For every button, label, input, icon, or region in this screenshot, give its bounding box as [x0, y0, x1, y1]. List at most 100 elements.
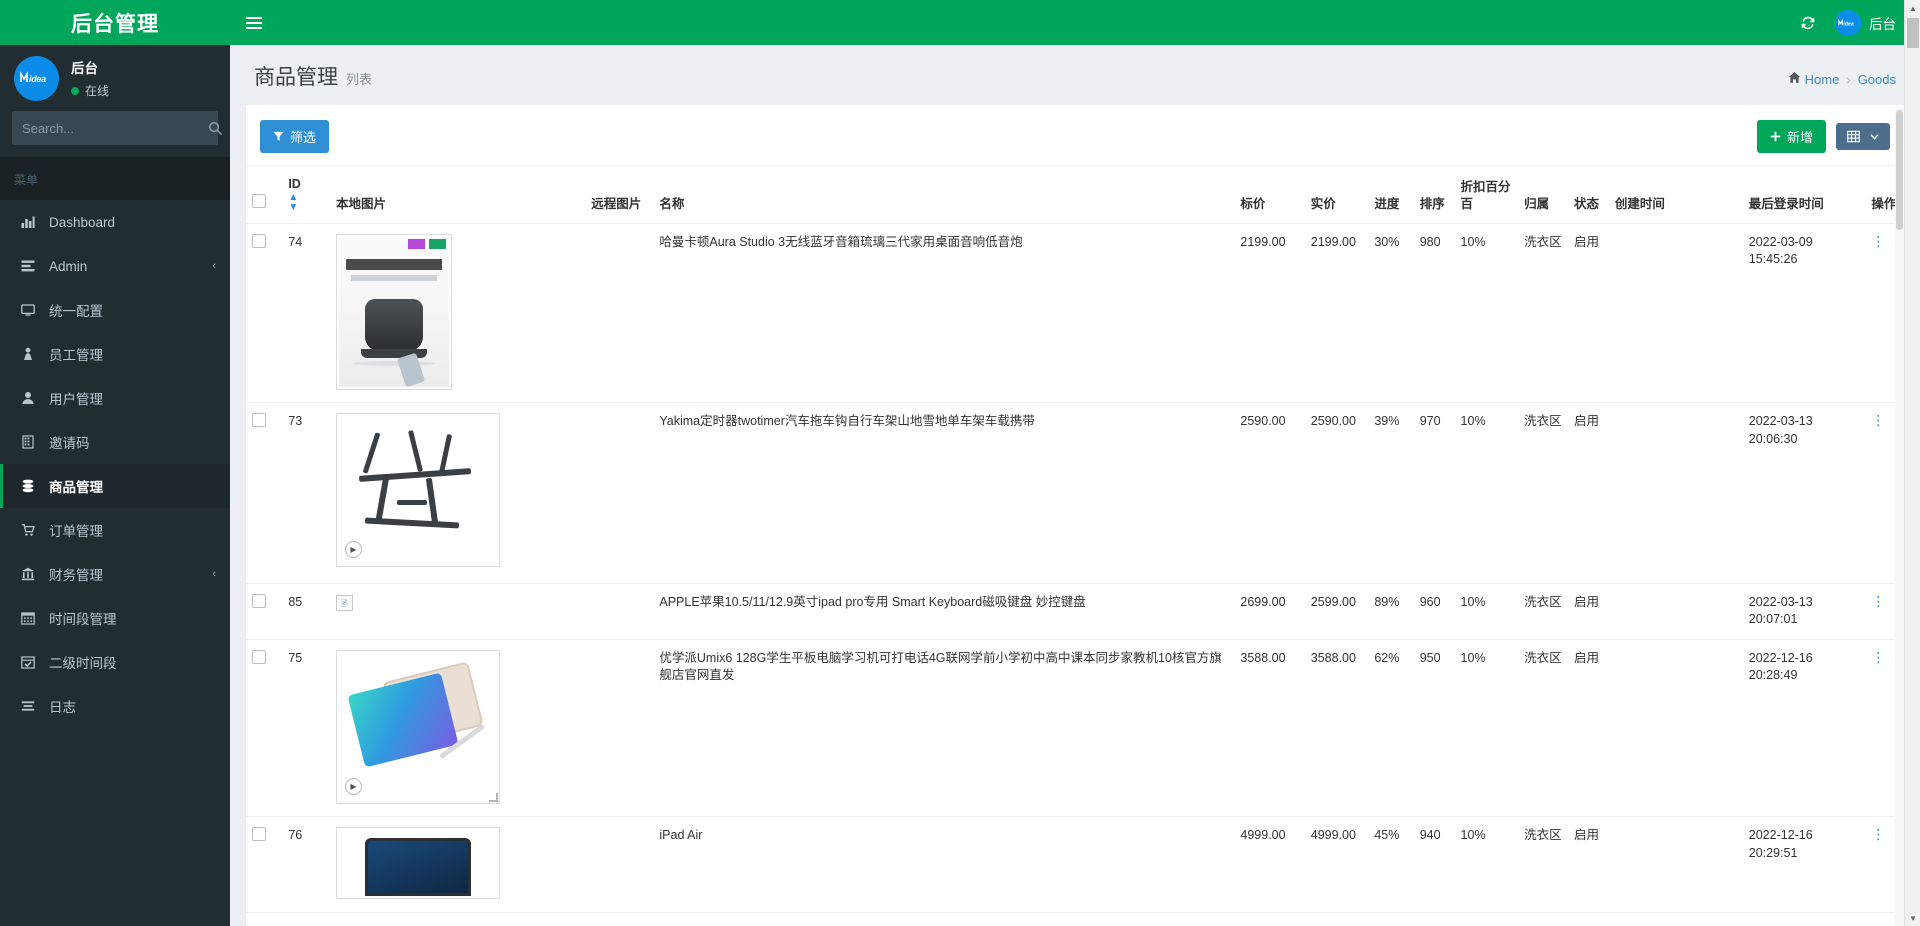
cell-name: 优学派Umix6 128G学生平板电脑学习机可打电话4G联网学前小学初中高中课本…	[653, 639, 1234, 817]
scroll-up-icon[interactable]: ▲	[1905, 0, 1920, 16]
sort-icon[interactable]: ▲▼	[288, 193, 324, 213]
th-sort: 排序	[1414, 166, 1455, 223]
sidebar: 后台管理 idea 后台 在线	[0, 0, 230, 926]
filter-button-label: 筛选	[290, 127, 316, 146]
cell-list-price: 2199.00	[1234, 223, 1304, 403]
row-checkbox[interactable]	[252, 827, 266, 841]
brand-title: 后台管理	[0, 0, 230, 45]
select-all-checkbox[interactable]	[252, 194, 266, 208]
table-row[interactable]: 73▶Yakima定时器twotimer汽车拖车钩自行车架山地雪地单车架车载携带…	[246, 403, 1904, 584]
sidebar-item-11[interactable]: 二级时间段	[0, 640, 230, 684]
row-checkbox[interactable]	[252, 650, 266, 664]
svg-text:idea: idea	[1843, 21, 1853, 27]
cart-icon	[17, 523, 39, 537]
panel-toolbar: 筛选 新增	[246, 108, 1904, 166]
hamburger-icon[interactable]	[244, 13, 264, 33]
cell-status: 启用	[1568, 639, 1609, 817]
table-row[interactable]: 75▶优学派Umix6 128G学生平板电脑学习机可打电话4G联网学前小学初中高…	[246, 639, 1904, 817]
sidebar-item-2[interactable]: Admin‹	[0, 244, 230, 288]
app-root: 后台管理 idea 后台 在线	[0, 0, 1920, 926]
cell-list-price: 2590.00	[1234, 403, 1304, 584]
table-icon	[1847, 130, 1860, 143]
product-thumbnail[interactable]: ▶	[336, 650, 500, 804]
kebab-menu-icon[interactable]: ⋮	[1871, 593, 1885, 609]
topbar: idea 后台	[230, 0, 1920, 45]
panel-scrollbar-thumb[interactable]	[1896, 110, 1903, 230]
table-row[interactable]: 76iPad Air4999.004999.0045%94010%洗衣区启用20…	[246, 817, 1904, 913]
row-checkbox[interactable]	[252, 594, 266, 608]
sidebar-item-6[interactable]: 邀请码	[0, 420, 230, 464]
sidebar-item-8[interactable]: 订单管理	[0, 508, 230, 552]
cell-sort: 940	[1414, 817, 1455, 913]
speaker-product-image	[339, 237, 449, 387]
play-icon[interactable]: ▶	[345, 541, 362, 558]
cell-sort: 960	[1414, 583, 1455, 639]
sidebar-item-3[interactable]: 统一配置	[0, 288, 230, 332]
sidebar-item-9[interactable]: 财务管理‹	[0, 552, 230, 596]
sidebar-user-status-label: 在线	[85, 82, 109, 99]
row-checkbox[interactable]	[252, 234, 266, 248]
kebab-menu-icon[interactable]: ⋮	[1871, 233, 1885, 249]
scroll-down-icon[interactable]: ▼	[1905, 910, 1920, 926]
search-button[interactable]	[208, 111, 223, 145]
row-checkbox-cell	[246, 817, 282, 913]
breadcrumb-item-1[interactable]: Home	[1788, 71, 1839, 87]
topbar-user-name: 后台	[1869, 13, 1896, 33]
product-thumbnail[interactable]	[336, 234, 452, 390]
kebab-menu-icon[interactable]: ⋮	[1871, 826, 1885, 842]
cell-last-login: 2022-03-13 20:06:30	[1743, 403, 1866, 584]
cell-discount: 10%	[1455, 639, 1519, 817]
home-icon	[1788, 73, 1801, 87]
sidebar-item-4[interactable]: 员工管理	[0, 332, 230, 376]
kebab-menu-icon[interactable]: ⋮	[1871, 649, 1885, 665]
cell-remote-image	[585, 223, 653, 403]
cell-progress: 30%	[1368, 223, 1413, 403]
play-icon[interactable]: ▶	[345, 778, 362, 795]
cell-remote-image	[585, 583, 653, 639]
th-created-at: 创建时间	[1609, 166, 1743, 223]
table-row[interactable]: 74哈曼卡顿Aura Studio 3无线蓝牙音箱琉璃三代家用桌面音响低音炮21…	[246, 223, 1904, 403]
th-last-login: 最后登录时间	[1743, 166, 1866, 223]
goods-table-scroll[interactable]: ID ▲▼ 本地图片 远程图片 名称 标价 实价 进度 排序 折扣百分百 归属	[246, 166, 1904, 926]
sidebar-item-1[interactable]: Dashboard	[0, 200, 230, 244]
building-icon	[17, 435, 39, 449]
panel-scrollbar[interactable]	[1895, 108, 1904, 926]
sidebar-item-7[interactable]: 商品管理	[0, 464, 230, 508]
search-box[interactable]	[12, 111, 218, 145]
refresh-icon[interactable]	[1787, 0, 1829, 45]
row-checkbox[interactable]	[252, 413, 266, 427]
sidebar-item-12[interactable]: 日志	[0, 684, 230, 728]
th-real-price: 实价	[1305, 166, 1369, 223]
sidebar-item-10[interactable]: 时间段管理	[0, 596, 230, 640]
add-button-label: 新增	[1787, 127, 1813, 146]
table-header-row: ID ▲▼ 本地图片 远程图片 名称 标价 实价 进度 排序 折扣百分百 归属	[246, 166, 1904, 223]
kebab-menu-icon[interactable]: ⋮	[1871, 412, 1885, 428]
cell-last-login: 2022-12-16 20:28:49	[1743, 639, 1866, 817]
cell-local-image: ▶	[330, 403, 585, 584]
table-row[interactable]: 85🖻APPLE苹果10.5/11/12.9英寸ipad pro专用 Smart…	[246, 583, 1904, 639]
cell-created-at	[1609, 223, 1743, 403]
sidebar-item-5[interactable]: 用户管理	[0, 376, 230, 420]
search-input[interactable]	[12, 121, 208, 136]
page-subtitle: 列表	[346, 69, 372, 88]
resize-grip-icon[interactable]	[489, 793, 498, 802]
product-thumbnail[interactable]	[336, 827, 500, 899]
avatar: idea	[1835, 10, 1861, 36]
th-name: 名称	[653, 166, 1234, 223]
breadcrumb-item-2[interactable]: Goods	[1858, 72, 1896, 87]
product-thumbnail[interactable]: ▶	[336, 413, 500, 567]
add-button[interactable]: 新增	[1757, 120, 1826, 153]
topbar-user-menu[interactable]: idea 后台	[1829, 0, 1908, 45]
column-view-button[interactable]	[1836, 123, 1890, 150]
row-checkbox-cell	[246, 223, 282, 403]
goods-panel: 筛选 新增	[246, 105, 1904, 926]
th-id[interactable]: ID ▲▼	[282, 166, 330, 223]
th-status: 状态	[1568, 166, 1609, 223]
page-scrollbar-thumb[interactable]	[1907, 18, 1919, 48]
page-scrollbar[interactable]: ▲ ▼	[1904, 0, 1920, 926]
sliders-icon	[17, 259, 39, 273]
cell-list-price: 4999.00	[1234, 817, 1304, 913]
cell-name: Yakima定时器twotimer汽车拖车钩自行车架山地雪地单车架车载携带	[653, 403, 1234, 584]
filter-button[interactable]: 筛选	[260, 120, 329, 153]
midea-wordmark-icon: idea	[19, 71, 55, 85]
